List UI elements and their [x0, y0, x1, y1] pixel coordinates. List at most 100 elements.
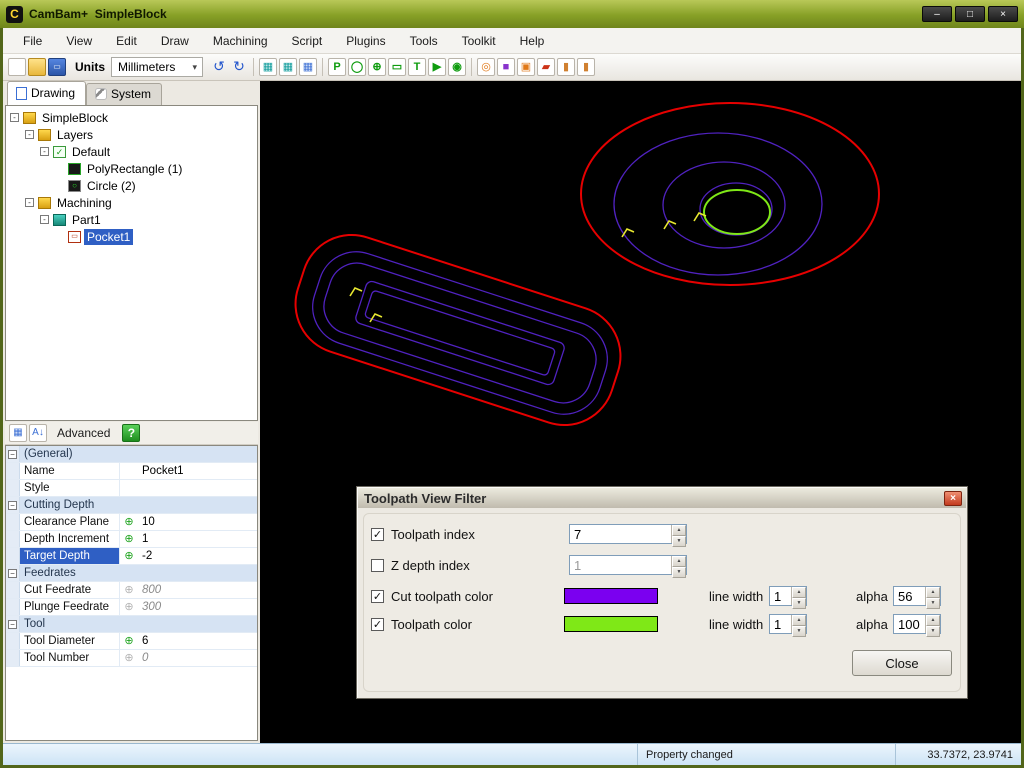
- close-button[interactable]: Close: [852, 650, 952, 676]
- menu-item[interactable]: Tools: [398, 30, 450, 52]
- draw-point-icon[interactable]: ⊕: [368, 58, 386, 76]
- tool-library-icon[interactable]: ▮: [557, 58, 575, 76]
- draw-text-icon[interactable]: T: [408, 58, 426, 76]
- spinner-icon[interactable]: ▲▼: [671, 525, 686, 543]
- menu-item[interactable]: Machining: [201, 30, 280, 52]
- property-default-icon[interactable]: [120, 480, 138, 496]
- post-library-icon[interactable]: ▮: [577, 58, 595, 76]
- minimize-button[interactable]: –: [922, 6, 952, 22]
- property-default-icon[interactable]: [120, 582, 138, 598]
- tree-node-label[interactable]: Layers: [54, 127, 96, 143]
- cut-toolpath-color-checkbox[interactable]: [371, 590, 384, 603]
- drawing-viewport[interactable]: Toolpath View Filter × Toolpath index 7 …: [260, 81, 1021, 743]
- help-button[interactable]: ?: [122, 424, 140, 442]
- property-value[interactable]: -2: [138, 548, 257, 564]
- menu-item[interactable]: Draw: [149, 30, 201, 52]
- draw-arrow-icon[interactable]: ▶: [428, 58, 446, 76]
- property-default-icon[interactable]: [120, 650, 138, 666]
- draw-polyline-icon[interactable]: P: [328, 58, 346, 76]
- advanced-button[interactable]: Advanced: [49, 424, 118, 442]
- spinner-icon[interactable]: ▲▼: [791, 587, 806, 605]
- property-row[interactable]: Style: [6, 480, 257, 497]
- categorized-view-icon[interactable]: ▦: [9, 424, 27, 442]
- property-value[interactable]: 1: [138, 531, 257, 547]
- tree-node-label[interactable]: Pocket1: [84, 229, 133, 245]
- cut-line-width-field[interactable]: 1 ▲▼: [769, 586, 807, 606]
- tree-item[interactable]: - SimpleBlock: [6, 109, 257, 126]
- scripts-folder-icon[interactable]: ▰: [537, 58, 555, 76]
- dialog-titlebar[interactable]: Toolpath View Filter ×: [358, 488, 966, 508]
- tab-drawing[interactable]: Drawing: [7, 81, 86, 105]
- property-label[interactable]: Name: [20, 463, 120, 479]
- menu-item[interactable]: Toolkit: [450, 30, 508, 52]
- open-file-icon[interactable]: [28, 58, 46, 76]
- spinner-icon[interactable]: ▲▼: [925, 615, 940, 633]
- property-row[interactable]: Name Pocket1: [6, 463, 257, 480]
- tree-item[interactable]: - Part1: [6, 211, 257, 228]
- property-value[interactable]: 10: [138, 514, 257, 530]
- property-label[interactable]: Plunge Feedrate: [20, 599, 120, 615]
- machining-op-icon[interactable]: ◎: [477, 58, 495, 76]
- titlebar[interactable]: C CamBam+ SimpleBlock –□×: [0, 0, 1024, 28]
- spinner-icon[interactable]: ▲▼: [925, 587, 940, 605]
- snap-view-icon[interactable]: ▦: [259, 58, 277, 76]
- collapse-icon[interactable]: [8, 450, 17, 459]
- property-row[interactable]: (General): [6, 446, 257, 463]
- draw-circle-icon[interactable]: ◯: [348, 58, 366, 76]
- toolpath-line-width-value[interactable]: 1: [770, 615, 791, 633]
- property-row[interactable]: Tool Diameter 6: [6, 633, 257, 650]
- draw-surface-icon[interactable]: ◉: [448, 58, 466, 76]
- property-value[interactable]: 6: [138, 633, 257, 649]
- alphabetical-sort-icon[interactable]: A↓: [29, 424, 47, 442]
- collapse-icon[interactable]: [8, 620, 17, 629]
- tree-node-label[interactable]: Default: [69, 144, 113, 160]
- property-label[interactable]: Depth Increment: [20, 531, 120, 547]
- save-file-icon[interactable]: ▭: [48, 58, 66, 76]
- units-dropdown[interactable]: Millimeters ▾: [111, 57, 203, 77]
- spinner-icon[interactable]: ▲▼: [791, 615, 806, 633]
- toolbar-icon[interactable]: [471, 58, 472, 76]
- menu-item[interactable]: Plugins: [334, 30, 397, 52]
- property-label[interactable]: (General): [20, 446, 257, 462]
- maximize-button[interactable]: □: [955, 6, 985, 22]
- tree-item[interactable]: Circle (2): [6, 177, 257, 194]
- property-value[interactable]: 800: [138, 582, 257, 598]
- toolpath-index-field[interactable]: 7 ▲▼: [569, 524, 687, 544]
- toolpath-view-filter-dialog[interactable]: Toolpath View Filter × Toolpath index 7 …: [356, 486, 968, 699]
- property-label[interactable]: Cut Feedrate: [20, 582, 120, 598]
- tree-item[interactable]: Pocket1: [6, 228, 257, 245]
- property-default-icon[interactable]: [120, 548, 138, 564]
- new-file-icon[interactable]: [8, 58, 26, 76]
- snap-grid-icon[interactable]: ▦: [279, 58, 297, 76]
- property-value[interactable]: 300: [138, 599, 257, 615]
- cut-alpha-value[interactable]: 56: [894, 587, 925, 605]
- property-default-icon[interactable]: [120, 531, 138, 547]
- tree-node-label[interactable]: Machining: [54, 195, 115, 211]
- menu-item[interactable]: Edit: [104, 30, 149, 52]
- tab-system[interactable]: System: [86, 83, 162, 105]
- property-label[interactable]: Tool Number: [20, 650, 120, 666]
- property-value[interactable]: Pocket1: [138, 463, 257, 479]
- property-row[interactable]: Plunge Feedrate 300: [6, 599, 257, 616]
- property-value[interactable]: 0: [138, 650, 257, 666]
- spinner-icon[interactable]: ▲▼: [671, 556, 686, 574]
- tree-node-label[interactable]: Circle (2): [84, 178, 139, 194]
- undo-icon[interactable]: ↺: [209, 57, 229, 77]
- expand-collapse-icon[interactable]: -: [10, 113, 19, 122]
- draw-rectangle-icon[interactable]: ▭: [388, 58, 406, 76]
- property-label[interactable]: Cutting Depth: [20, 497, 257, 513]
- menu-item[interactable]: Help: [508, 30, 557, 52]
- tree-item[interactable]: PolyRectangle (1): [6, 160, 257, 177]
- property-label[interactable]: Tool Diameter: [20, 633, 120, 649]
- property-default-icon[interactable]: [120, 463, 138, 479]
- menu-item[interactable]: Script: [280, 30, 335, 52]
- property-row[interactable]: Depth Increment 1: [6, 531, 257, 548]
- menu-item[interactable]: View: [54, 30, 104, 52]
- toolpath-index-checkbox[interactable]: [371, 528, 384, 541]
- show-grid-icon[interactable]: ▦: [299, 58, 317, 76]
- collapse-icon[interactable]: [8, 501, 17, 510]
- property-default-icon[interactable]: [120, 633, 138, 649]
- property-label[interactable]: Feedrates: [20, 565, 257, 581]
- tree-item[interactable]: - Default: [6, 143, 257, 160]
- property-row[interactable]: Clearance Plane 10: [6, 514, 257, 531]
